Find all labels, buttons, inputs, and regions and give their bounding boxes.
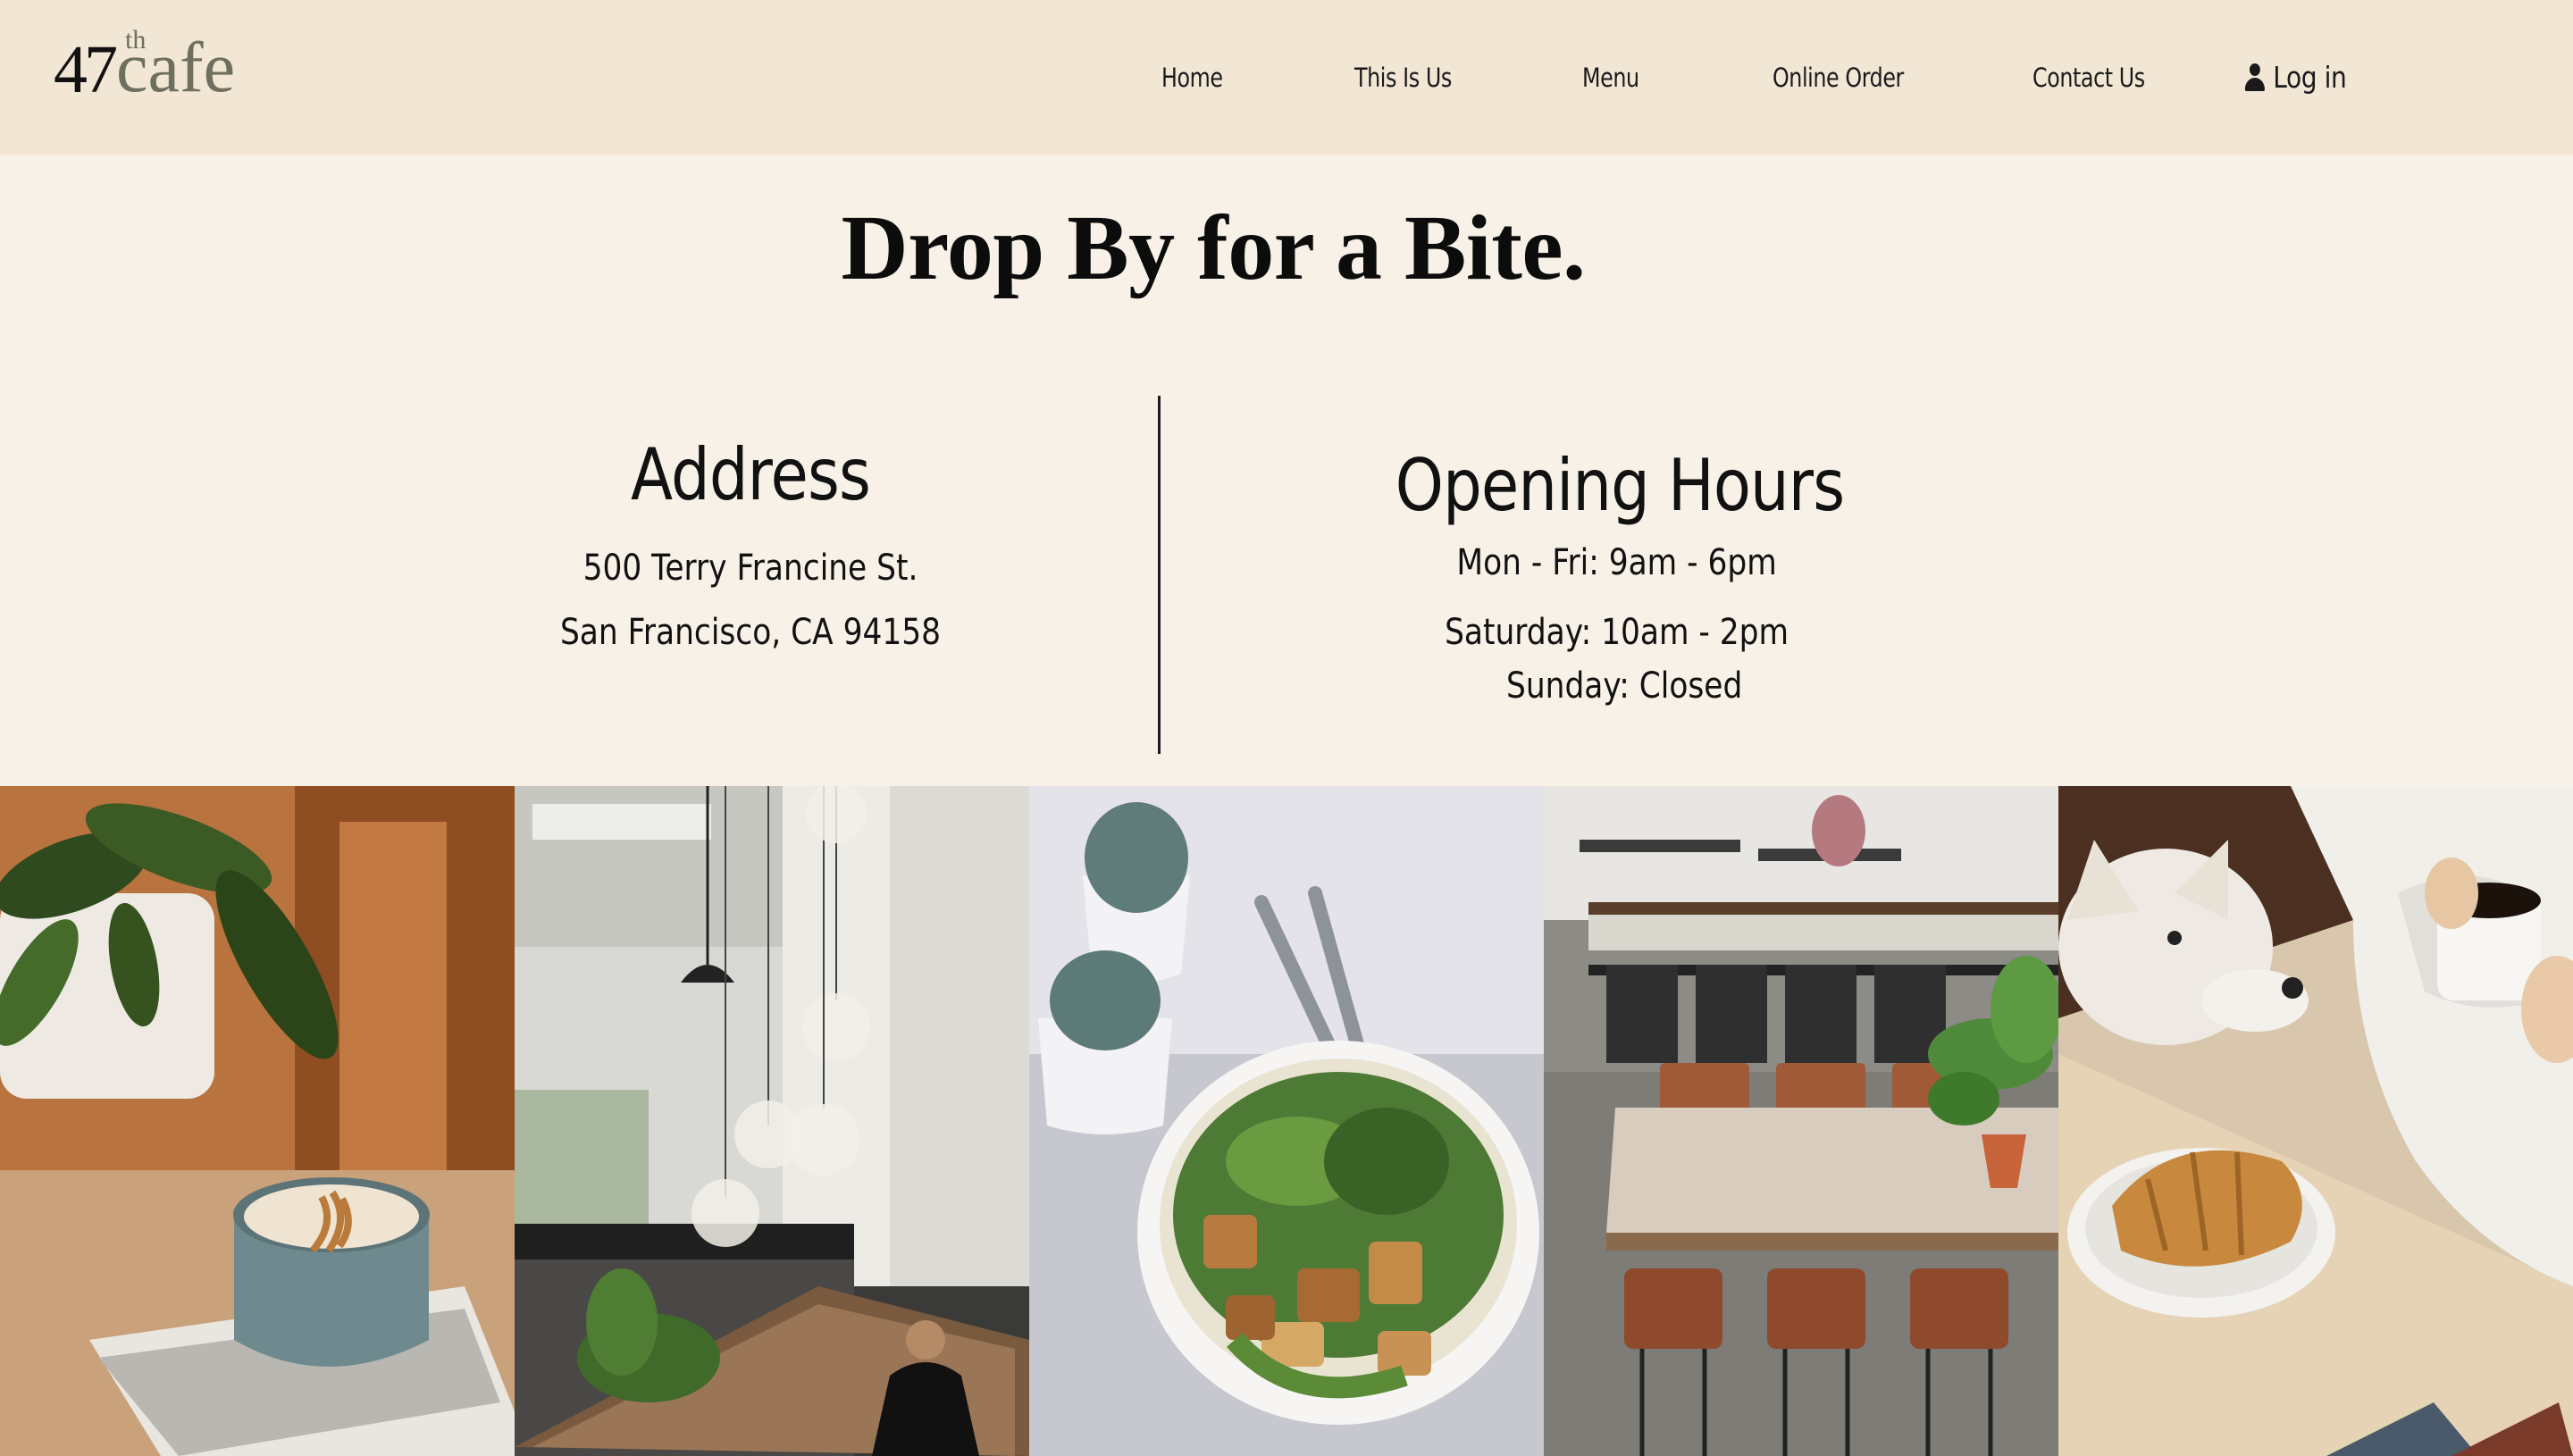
latte-photo-illustration [0, 786, 515, 1456]
site-logo[interactable]: 47 th cafe [54, 23, 250, 107]
page-title: Drop By for a Bite. [841, 197, 1586, 299]
gallery-photo-tables [1544, 786, 2058, 1456]
nav-item-contact-us[interactable]: Contact Us [2032, 0, 2145, 155]
hours-section: Opening Hours Mon - Fri: 9am - 6pm Satur… [1262, 441, 1977, 718]
address-line-1: 500 Terry Francine St. [582, 548, 918, 589]
tables-photo-illustration [1544, 786, 2058, 1456]
address-section: Address 500 Terry Francine St. San Franc… [393, 431, 1108, 665]
gallery-photo-interior [515, 786, 1029, 1456]
salad-photo-illustration [1029, 786, 1544, 1456]
hours-weekday: Mon - Fri: 9am - 6pm [1456, 542, 1777, 583]
user-icon [2244, 63, 2266, 93]
address-line-2: San Francisco, CA 94158 [559, 612, 942, 653]
address-heading: Address [631, 433, 871, 516]
interior-photo-illustration [515, 786, 1029, 1456]
site-header: 47 th cafe Home This Is Us Menu Online O… [0, 0, 2573, 155]
column-divider [1158, 396, 1161, 754]
nav-item-online-order[interactable]: Online Order [1773, 0, 1904, 155]
nav-item-this-is-us[interactable]: This Is Us [1354, 0, 1452, 155]
nav-item-home[interactable]: Home [1161, 0, 1223, 155]
photo-gallery [0, 786, 2573, 1456]
login-label: Log in [2273, 60, 2347, 95]
gallery-photo-salad [1029, 786, 1544, 1456]
gallery-photo-dog [2058, 786, 2573, 1456]
logo-word: cafe [116, 29, 236, 107]
hours-sunday: Sunday: Closed [1506, 665, 1743, 707]
dog-photo-illustration [2058, 786, 2573, 1456]
nav-item-menu[interactable]: Menu [1582, 0, 1639, 155]
gallery-photo-latte [0, 786, 515, 1456]
login-button[interactable]: Log in [2244, 0, 2347, 155]
logo-number: 47 [54, 32, 118, 107]
hours-heading: Opening Hours [1395, 444, 1845, 527]
